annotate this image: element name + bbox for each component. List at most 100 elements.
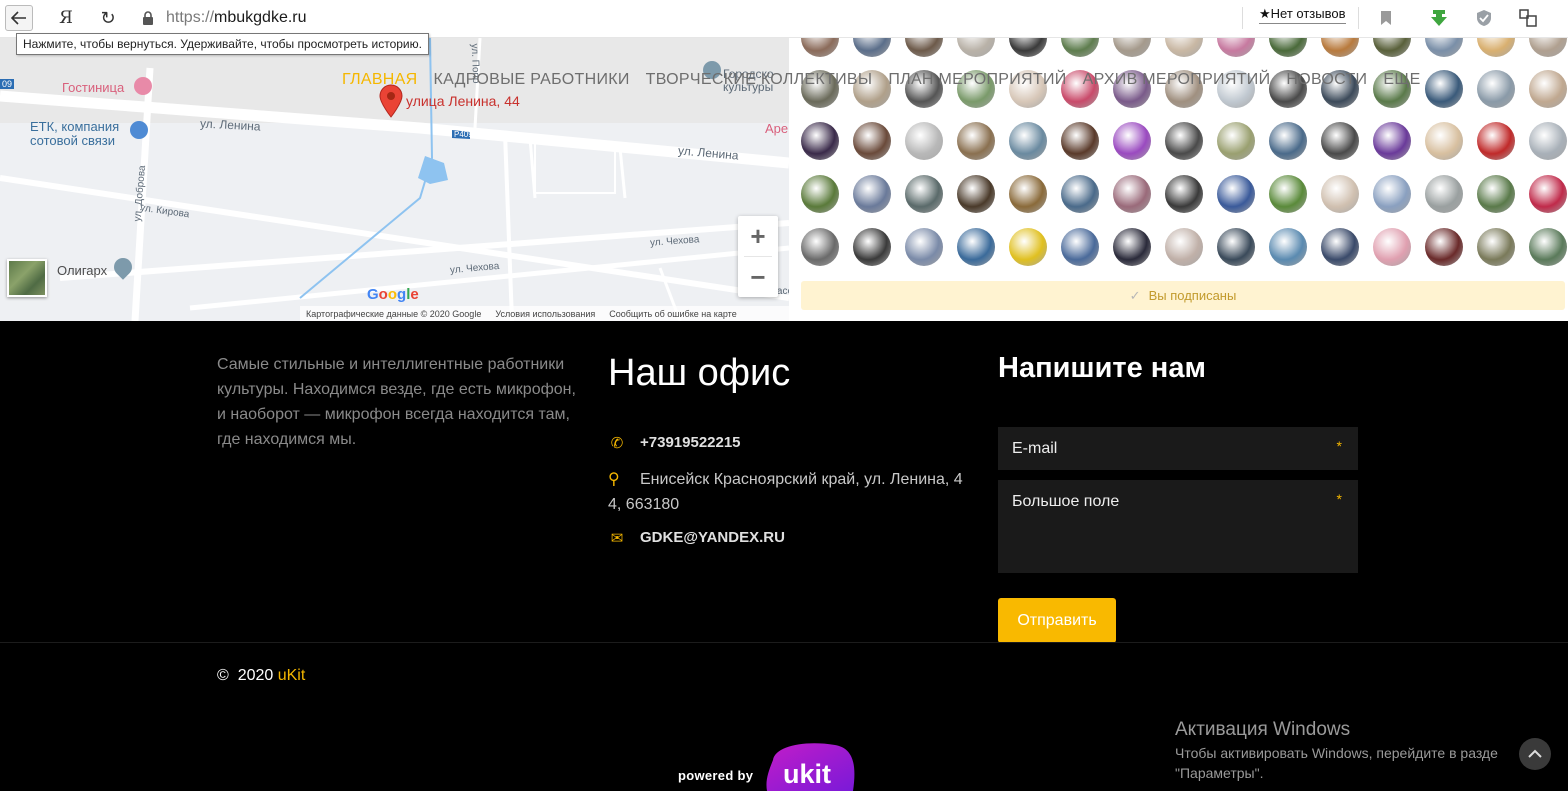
contact-phone[interactable]: ✆ +73919522215 — [608, 434, 741, 452]
subscriber-avatar[interactable] — [1477, 122, 1515, 160]
subscriber-avatar[interactable] — [1269, 228, 1307, 266]
subscriber-avatar[interactable] — [1373, 38, 1411, 57]
subscriber-avatar[interactable] — [1009, 122, 1047, 160]
map-report-link[interactable]: Сообщить об ошибке на карте — [609, 309, 736, 319]
subscriber-avatar[interactable] — [905, 175, 943, 213]
reload-icon[interactable]: ↻ — [94, 5, 122, 31]
subscriber-avatar[interactable] — [957, 122, 995, 160]
bookmark-icon[interactable] — [1376, 8, 1396, 28]
message-field[interactable]: Большое поле * — [998, 480, 1358, 573]
subscriber-avatar[interactable] — [1529, 70, 1567, 108]
yandex-icon[interactable]: Я — [52, 5, 80, 31]
subscriber-avatar[interactable] — [1113, 228, 1151, 266]
scroll-to-top-button[interactable] — [1519, 738, 1551, 770]
subscriber-avatar[interactable] — [1477, 70, 1515, 108]
zoom-in-button[interactable]: + — [738, 216, 778, 256]
nav-item-home[interactable]: ГЛАВНАЯ — [342, 71, 418, 89]
subscriber-avatar[interactable] — [1269, 38, 1307, 57]
map-terms-link[interactable]: Условия использования — [495, 309, 595, 319]
subscriber-avatar[interactable] — [853, 122, 891, 160]
subscribed-status[interactable]: ✓ Вы подписаны — [801, 281, 1565, 310]
nav-item-news[interactable]: НОВОСТИ — [1286, 71, 1367, 89]
subscriber-avatar[interactable] — [1321, 228, 1359, 266]
subscriber-avatar[interactable] — [1217, 175, 1255, 213]
subscriber-avatar[interactable] — [801, 228, 839, 266]
subscriber-avatar[interactable] — [1009, 175, 1047, 213]
subscriber-avatar[interactable] — [1529, 175, 1567, 213]
address-bar[interactable]: https://mbukgdke.ru — [166, 9, 307, 27]
subscriber-avatar[interactable] — [1061, 38, 1099, 57]
subscriber-avatar[interactable] — [1321, 38, 1359, 57]
phone-number: +73919522215 — [640, 434, 741, 451]
brand-link[interactable]: uKit — [278, 667, 306, 684]
back-button[interactable] — [5, 5, 33, 31]
subscriber-avatar[interactable] — [1373, 228, 1411, 266]
subscriber-avatar[interactable] — [1425, 122, 1463, 160]
subscriber-avatar[interactable] — [1477, 228, 1515, 266]
subscriber-avatar[interactable] — [1217, 38, 1255, 57]
copyright: © 2020 uKit — [217, 667, 305, 685]
subscriber-avatar[interactable] — [1009, 38, 1047, 57]
subscriber-avatar[interactable] — [1165, 122, 1203, 160]
subscriber-avatar[interactable] — [801, 38, 839, 57]
zoom-out-button[interactable]: − — [738, 257, 778, 297]
subscriber-avatar[interactable] — [1477, 38, 1515, 57]
nav-item-more[interactable]: ЕЩЕ — [1383, 71, 1420, 89]
subscriber-avatar[interactable] — [1373, 175, 1411, 213]
shop-pin-icon — [130, 121, 148, 139]
contact-email[interactable]: ✉ GDKE@YANDEX.RU — [608, 529, 785, 547]
subscriber-avatar[interactable] — [1165, 38, 1203, 57]
subscriber-avatar[interactable] — [1009, 228, 1047, 266]
subscriber-avatar[interactable] — [1425, 228, 1463, 266]
subscriber-avatar[interactable] — [905, 122, 943, 160]
nav-item-events-plan[interactable]: ПЛАН МЕРОПРИЯТИЙ — [888, 71, 1066, 89]
subscriber-avatar[interactable] — [1113, 175, 1151, 213]
main-nav: ГЛАВНАЯ КАДРОВЫЕ РАБОТНИКИ ТВОРЧЕСКИЕ КО… — [342, 71, 1421, 89]
subscriber-avatar[interactable] — [853, 38, 891, 57]
subscriber-avatar[interactable] — [801, 175, 839, 213]
ukit-logo[interactable]: ukit — [765, 742, 855, 791]
subscriber-avatar[interactable] — [1269, 175, 1307, 213]
subscriber-avatar[interactable] — [1529, 122, 1567, 160]
subscriber-avatar[interactable] — [1321, 122, 1359, 160]
subscriber-avatar[interactable] — [1425, 38, 1463, 57]
email-field[interactable]: E-mail * — [998, 427, 1358, 470]
subscriber-avatar[interactable] — [1477, 175, 1515, 213]
subscriber-avatar[interactable] — [853, 175, 891, 213]
lock-icon[interactable] — [134, 5, 162, 31]
subscriber-avatar[interactable] — [1321, 175, 1359, 213]
nav-item-events-archive[interactable]: АРХИВ МЕРОПРИЯТИЙ — [1083, 71, 1271, 89]
subscriber-avatar[interactable] — [853, 228, 891, 266]
submit-button[interactable]: Отправить — [998, 598, 1116, 643]
subscriber-avatar[interactable] — [1113, 122, 1151, 160]
subscriber-avatar[interactable] — [1165, 228, 1203, 266]
subscriber-avatar[interactable] — [1425, 175, 1463, 213]
subscriber-avatar[interactable] — [905, 228, 943, 266]
shield-icon[interactable] — [1474, 8, 1494, 28]
subscriber-avatar[interactable] — [1165, 175, 1203, 213]
subscriber-avatar[interactable] — [1217, 228, 1255, 266]
extensions-icon[interactable] — [1518, 8, 1538, 28]
subscriber-avatar[interactable] — [1529, 228, 1567, 266]
subscriber-avatar[interactable] — [1373, 122, 1411, 160]
subscriber-avatar[interactable] — [1061, 175, 1099, 213]
subscriber-avatar[interactable] — [801, 122, 839, 160]
reviews-button[interactable]: ★Нет отзывов — [1259, 6, 1346, 24]
nav-item-collectives[interactable]: ТВОРЧЕСКИЕ КОЛЛЕКТИВЫ — [646, 71, 873, 89]
subscriber-avatar[interactable] — [1269, 122, 1307, 160]
satellite-toggle[interactable] — [7, 259, 47, 297]
subscriber-avatar[interactable] — [1425, 70, 1463, 108]
subscriber-avatar[interactable] — [957, 38, 995, 57]
windows-activation-text: Чтобы активировать Windows, перейдите в … — [1175, 743, 1568, 783]
subscriber-avatar[interactable] — [1113, 38, 1151, 57]
subscriber-avatar[interactable] — [957, 228, 995, 266]
subscriber-avatar[interactable] — [905, 38, 943, 57]
nav-item-staff[interactable]: КАДРОВЫЕ РАБОТНИКИ — [434, 71, 630, 89]
download-icon[interactable] — [1429, 8, 1449, 28]
subscriber-avatar[interactable] — [1061, 122, 1099, 160]
subscriber-avatar[interactable] — [1061, 228, 1099, 266]
subscriber-avatar[interactable] — [1529, 38, 1567, 57]
subscriber-avatar[interactable] — [1217, 122, 1255, 160]
subscriber-avatar[interactable] — [957, 175, 995, 213]
chevron-up-icon — [1528, 749, 1542, 758]
